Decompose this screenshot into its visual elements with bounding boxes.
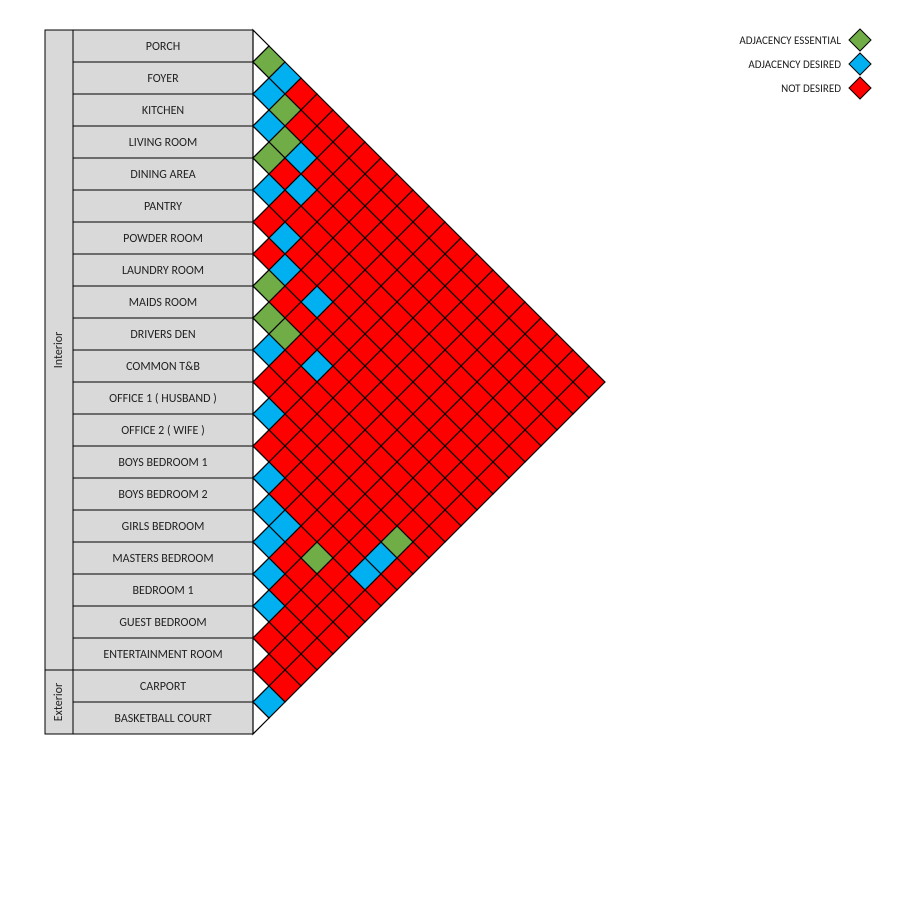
- legend-essential-label: ADJACENCY ESSENTIAL: [739, 34, 841, 47]
- legend-desired-label: ADJACENCY DESIRED: [748, 58, 841, 71]
- room-label: OFFICE 2 ( WIFE ): [121, 424, 205, 438]
- legend: ADJACENCY ESSENTIAL ADJACENCY DESIRED NOT …: [739, 29, 871, 99]
- room-label: PANTRY: [144, 200, 182, 214]
- legend-not-swatch: [849, 77, 871, 99]
- room-label: COMMON T&B: [126, 360, 200, 374]
- category-label: Interior: [52, 332, 66, 369]
- category-label: Exterior: [52, 683, 66, 721]
- room-label: OFFICE 1 ( HUSBAND ): [109, 392, 217, 406]
- room-label: KITCHEN: [142, 104, 184, 118]
- room-label: LAUNDRY ROOM: [122, 264, 204, 278]
- room-label: GUEST BEDROOM: [119, 616, 206, 630]
- room-label: MASTERS BEDROOM: [112, 552, 213, 566]
- room-label: LIVING ROOM: [129, 136, 197, 150]
- room-label: DRIVERS DEN: [130, 328, 195, 342]
- room-label: GIRLS BEDROOM: [122, 520, 205, 534]
- room-label: BASKETBALL COURT: [114, 712, 211, 726]
- room-label: CARPORT: [140, 680, 186, 694]
- room-table: Interior Exterior PORCH FOYER KITCHEN LIVING …: [45, 30, 253, 734]
- room-label: DINING AREA: [130, 168, 195, 182]
- legend-not-label: NOT DESIRED: [781, 82, 841, 95]
- legend-desired-swatch: [849, 53, 871, 75]
- room-label: PORCH: [146, 40, 180, 54]
- adjacency-matrix-diagram: Interior Exterior PORCH FOYER KITCHEN LIVING …: [0, 0, 911, 909]
- room-label: ENTERTAINMENT ROOM: [103, 648, 222, 662]
- adjacency-cells: [253, 30, 605, 734]
- room-label: BOYS BEDROOM 2: [118, 488, 207, 502]
- room-label: MAIDS ROOM: [129, 296, 197, 310]
- room-label: FOYER: [147, 72, 179, 86]
- room-label: BOYS BEDROOM 1: [118, 456, 207, 470]
- legend-essential-swatch: [849, 29, 871, 51]
- room-label: BEDROOM 1: [132, 584, 193, 598]
- room-label: POWDER ROOM: [123, 232, 203, 246]
